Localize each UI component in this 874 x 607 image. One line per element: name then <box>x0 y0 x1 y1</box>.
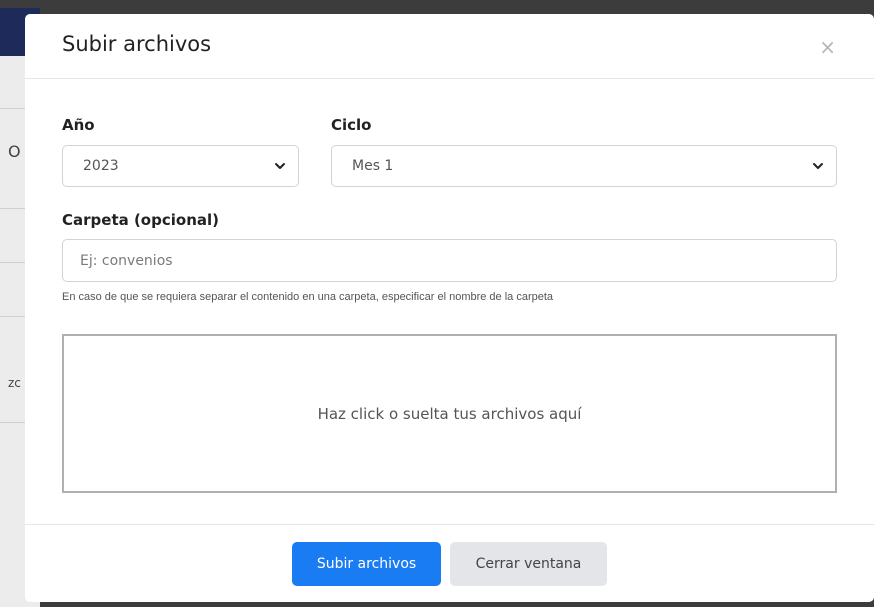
cycle-select[interactable]: Mes 1 <box>331 145 837 187</box>
background-text: O <box>8 142 21 161</box>
folder-help-text: En caso de que se requiera separar el co… <box>62 291 554 303</box>
folder-label: Carpeta (opcional) <box>62 211 219 229</box>
modal-title: Subir archivos <box>62 32 212 56</box>
cycle-label: Ciclo <box>331 116 372 134</box>
file-dropzone[interactable]: Haz click o suelta tus archivos aquí <box>62 334 837 493</box>
cycle-select-value: Mes 1 <box>352 158 394 174</box>
close-icon[interactable]: × <box>819 35 836 59</box>
footer-divider <box>25 524 874 525</box>
modal-header: Subir archivos × <box>25 14 874 79</box>
dropzone-text: Haz click o suelta tus archivos aquí <box>317 404 582 423</box>
year-select-value: 2023 <box>83 158 119 174</box>
background-text: zc <box>8 376 21 390</box>
chevron-down-icon <box>275 163 285 169</box>
year-select[interactable]: 2023 <box>62 145 299 187</box>
chevron-down-icon <box>813 163 823 169</box>
upload-files-button[interactable]: Subir archivos <box>292 542 441 586</box>
folder-input[interactable] <box>62 239 837 282</box>
year-label: Año <box>62 116 95 134</box>
upload-modal: Subir archivos × Año Ciclo 2023 Mes 1 Ca… <box>25 14 874 602</box>
close-window-button[interactable]: Cerrar ventana <box>450 542 607 586</box>
